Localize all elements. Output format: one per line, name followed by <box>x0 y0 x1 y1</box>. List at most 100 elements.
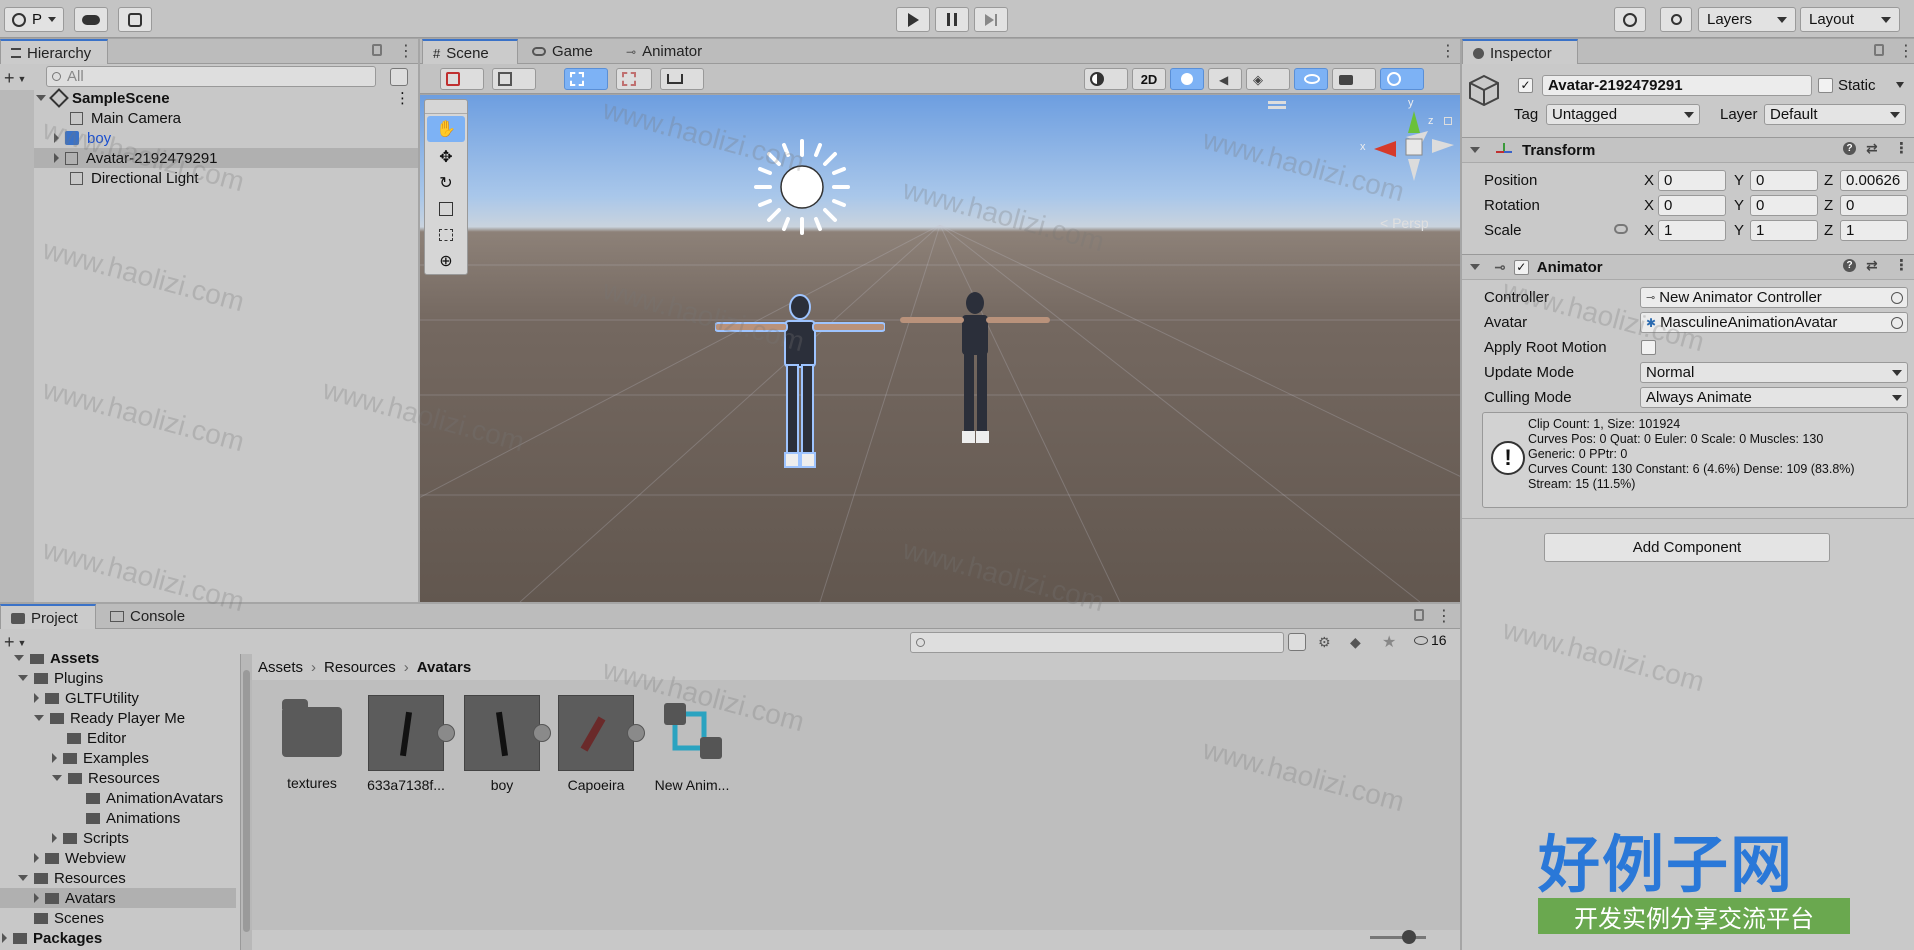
tag-dropdown[interactable]: Untagged <box>1546 104 1700 125</box>
lighting-toggle-button[interactable] <box>1170 68 1204 90</box>
expand-arrow-icon[interactable] <box>627 724 645 742</box>
zoom-slider-track[interactable] <box>1370 936 1426 939</box>
increment-snap-button[interactable] <box>616 68 652 90</box>
account-button[interactable]: P <box>4 7 64 32</box>
preset-icon[interactable]: ⇄ <box>1866 140 1878 157</box>
culling-mode-dropdown[interactable]: Always Animate <box>1640 387 1908 408</box>
object-picker-icon[interactable] <box>1891 316 1903 329</box>
more-menu-icon[interactable]: ⋮ <box>1440 41 1456 61</box>
gizmo-menu-icon[interactable] <box>1268 101 1286 104</box>
help-icon[interactable]: ? <box>1843 259 1856 272</box>
expand-arrow-icon[interactable] <box>533 724 551 742</box>
position-z-field[interactable]: 0.00626 <box>1840 170 1908 191</box>
more-menu-icon[interactable]: ⋮ <box>1894 139 1909 157</box>
rotation-y-field[interactable]: 0 <box>1750 195 1818 216</box>
directional-light-sun-icon[interactable] <box>752 137 852 237</box>
lock-icon[interactable] <box>372 44 382 56</box>
rotation-z-field[interactable]: 0 <box>1840 195 1908 216</box>
zoom-slider-thumb[interactable] <box>1402 930 1416 944</box>
search-button[interactable] <box>1660 7 1692 32</box>
tree-folder-animations[interactable]: Animations <box>86 808 180 828</box>
tree-folder-assets[interactable]: Assets <box>14 654 99 668</box>
tree-folder-editor[interactable]: Editor <box>67 728 126 748</box>
asset-model-boy[interactable]: boy <box>462 695 551 793</box>
lock-icon[interactable] <box>1444 117 1452 125</box>
avatar-character-selected[interactable] <box>715 293 885 473</box>
tab-scene[interactable]: # Scene <box>422 39 518 65</box>
static-checkbox[interactable] <box>1818 78 1833 93</box>
rotate-tool-button[interactable]: ↻ <box>425 170 467 196</box>
tree-folder-resources-rpm[interactable]: Resources <box>52 768 160 788</box>
grid-snap-button[interactable] <box>564 68 608 90</box>
add-component-button[interactable]: Add Component <box>1544 533 1830 562</box>
move-tool-button[interactable]: ✥ <box>425 144 467 170</box>
2d-toggle-button[interactable]: 2D <box>1132 68 1166 90</box>
layers-dropdown[interactable]: Layers <box>1698 7 1796 32</box>
ruler-button[interactable] <box>660 68 704 90</box>
tab-hierarchy[interactable]: Hierarchy <box>0 39 108 65</box>
scale-z-field[interactable]: 1 <box>1840 220 1908 241</box>
tree-item-main-camera[interactable]: Main Camera <box>70 108 181 128</box>
asset-model-633a[interactable]: 633a7138f... <box>366 695 455 793</box>
history-button[interactable] <box>1614 7 1646 32</box>
hand-tool-button[interactable]: ✋ <box>427 116 465 142</box>
transform-component-header[interactable]: Transform ? ⇄ ⋮ <box>1462 137 1914 163</box>
breadcrumb-item[interactable]: Assets <box>258 659 303 676</box>
step-button[interactable] <box>974 7 1008 32</box>
hidden-packages-toggle[interactable]: 16 <box>1414 632 1447 648</box>
collab-button[interactable] <box>118 7 152 32</box>
constrain-proportions-icon[interactable] <box>1614 224 1628 234</box>
scale-y-field[interactable]: 1 <box>1750 220 1818 241</box>
scene-visibility-button[interactable] <box>390 68 408 86</box>
render-mode-button[interactable] <box>492 68 536 90</box>
persp-label[interactable]: < Persp <box>1380 215 1429 231</box>
object-picker-icon[interactable] <box>1891 291 1903 304</box>
tree-folder-plugins[interactable]: Plugins <box>18 668 103 688</box>
tree-folder-gltfutility[interactable]: GLTFUtility <box>34 688 139 708</box>
tab-console[interactable]: Console <box>100 604 200 629</box>
label-tag-icon[interactable]: ◆ <box>1350 634 1361 651</box>
more-menu-icon[interactable]: ⋮ <box>1894 256 1909 274</box>
transform-tool-button[interactable]: ⊕ <box>425 248 467 274</box>
rect-tool-button[interactable] <box>425 222 467 248</box>
layout-dropdown[interactable]: Layout <box>1800 7 1900 32</box>
search-by-type-icon[interactable] <box>1288 633 1306 651</box>
asset-animator-controller[interactable]: New Anim... <box>652 695 732 793</box>
tree-folder-ready-player-me[interactable]: Ready Player Me <box>34 708 185 728</box>
tab-inspector[interactable]: Inspector <box>1462 39 1578 65</box>
breadcrumb-item[interactable]: Resources <box>324 659 396 676</box>
audio-toggle-button[interactable]: ◀ <box>1208 68 1242 90</box>
tree-folder-webview[interactable]: Webview <box>34 848 126 868</box>
expand-arrow-icon[interactable] <box>437 724 455 742</box>
tree-item-boy[interactable]: boy <box>54 128 111 148</box>
lock-icon[interactable] <box>1414 609 1424 621</box>
help-icon[interactable]: ? <box>1843 142 1856 155</box>
tree-folder-scripts[interactable]: Scripts <box>52 828 129 848</box>
create-button[interactable]: + ▼ <box>4 68 26 89</box>
gizmos-button[interactable] <box>1380 68 1424 90</box>
tree-item-directional-light[interactable]: Directional Light <box>70 168 199 188</box>
more-menu-icon[interactable]: ⋮ <box>1436 606 1452 626</box>
tree-folder-avatars-selected[interactable]: Avatars <box>0 888 236 908</box>
asset-animation-capoeira[interactable]: Capoeira <box>556 695 645 793</box>
more-menu-icon[interactable]: ⋮ <box>395 89 410 107</box>
scale-tool-button[interactable] <box>425 196 467 222</box>
avatar-object-field[interactable]: ✱ MasculineAnimationAvatar <box>1640 312 1908 333</box>
palette-drag-handle[interactable] <box>425 100 467 114</box>
cloud-button[interactable] <box>74 7 108 32</box>
tree-folder-examples[interactable]: Examples <box>52 748 149 768</box>
tree-folder-scenes[interactable]: Scenes <box>34 908 104 928</box>
active-checkbox[interactable]: ✓ <box>1518 78 1533 93</box>
layer-dropdown[interactable]: Default <box>1764 104 1906 125</box>
tree-item-samplescene[interactable]: SampleScene ⋮ <box>36 88 418 108</box>
tab-animator[interactable]: ⊸ Animator <box>616 39 726 64</box>
object-name-field[interactable]: Avatar-2192479291 <box>1542 75 1812 96</box>
tab-game[interactable]: Game <box>522 39 612 64</box>
favorite-star-icon[interactable]: ★ <box>1382 632 1396 652</box>
pause-button[interactable] <box>935 7 969 32</box>
scene-visibility-toggle[interactable] <box>1294 68 1328 90</box>
create-asset-button[interactable]: + ▼ <box>4 632 26 653</box>
more-menu-icon[interactable]: ⋮ <box>398 41 414 61</box>
avatar-character-boy[interactable] <box>900 291 1050 451</box>
asset-textures-folder[interactable]: textures <box>272 695 352 791</box>
